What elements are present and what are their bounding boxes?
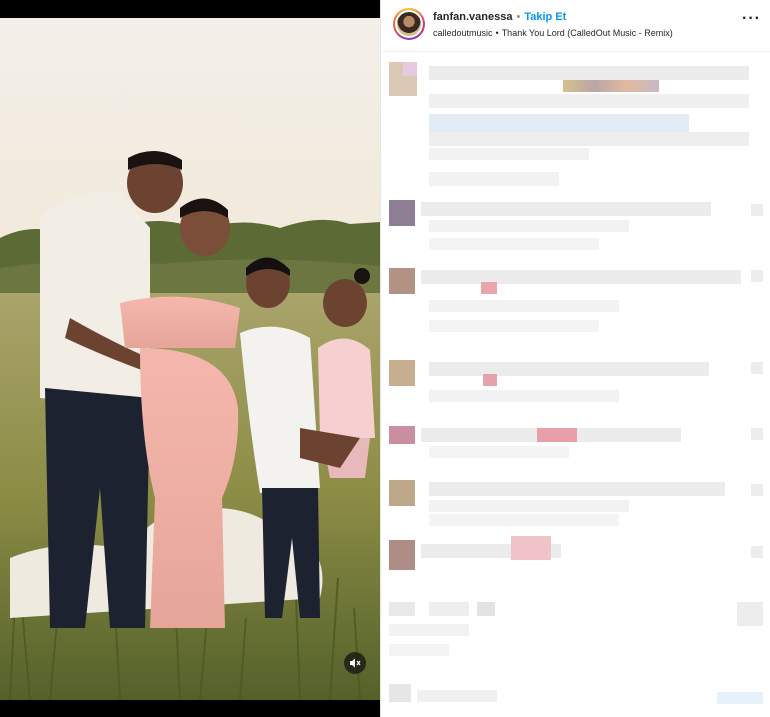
pixel-block: [429, 148, 589, 160]
like-icon-pixelated[interactable]: [751, 428, 763, 440]
pixel-block: [429, 94, 749, 108]
pixel-block: [429, 114, 689, 132]
like-icon-pixelated[interactable]: [751, 204, 763, 216]
pixel-block: [429, 320, 599, 332]
more-options-icon[interactable]: ···: [742, 11, 761, 27]
pixel-block: [389, 624, 469, 636]
username-separator: •: [516, 11, 521, 23]
mute-button[interactable]: [344, 652, 366, 674]
pixel-block: [389, 684, 411, 702]
comment-avatar-pixelated: [389, 540, 415, 570]
pixel-block: [429, 132, 749, 146]
like-icon-pixelated[interactable]: [751, 546, 763, 558]
username-row: fanfan.vanessa • Takip Et: [433, 11, 566, 23]
pixel-block: [477, 602, 495, 616]
family-photo-illustration: [0, 18, 380, 700]
pixel-block: [429, 514, 619, 526]
pixel-block: [429, 482, 725, 496]
pixel-block: [389, 602, 415, 616]
post-header: fanfan.vanessa • Takip Et calledoutmusic • T…: [381, 0, 770, 52]
pixel-block: [429, 238, 599, 250]
pixel-block: [421, 270, 741, 284]
audio-attribution: calledoutmusic • Thank You Lord (CalledOut…: [433, 28, 673, 38]
audio-artist-link[interactable]: calledoutmusic: [433, 28, 493, 38]
like-icon-pixelated[interactable]: [751, 362, 763, 374]
avatar-ring-inner: [395, 10, 423, 38]
speaker-muted-icon: [350, 658, 361, 668]
comment-avatar-pixelated: [389, 200, 415, 226]
follow-button[interactable]: Takip Et: [524, 11, 566, 23]
comment-avatar-pixelated: [389, 480, 415, 506]
avatar[interactable]: [393, 8, 425, 40]
pixel-block: [511, 536, 551, 560]
like-icon-pixelated[interactable]: [751, 270, 763, 282]
audio-track-link[interactable]: Thank You Lord (CalledOut Music - Remix): [502, 28, 673, 38]
pixel-block: [417, 690, 497, 702]
pixel-block: [429, 500, 629, 512]
pixel-block: [481, 282, 497, 294]
like-icon-pixelated[interactable]: [751, 484, 763, 496]
media-bottom-letterbox: [0, 700, 380, 717]
pixel-block: [421, 202, 711, 216]
pixel-block: [537, 428, 577, 442]
pixel-block: [429, 300, 619, 312]
post-side-panel: fanfan.vanessa • Takip Et calledoutmusic • T…: [380, 0, 770, 717]
avatar-image: [397, 12, 421, 36]
comment-avatar-pixelated: [389, 268, 415, 294]
pixel-block: [429, 362, 709, 376]
media-top-letterbox: [0, 0, 380, 18]
pixel-block: [403, 62, 417, 76]
post-photo[interactable]: [0, 18, 380, 700]
pixel-block: [429, 220, 629, 232]
comment-avatar-pixelated: [389, 360, 415, 386]
post-media[interactable]: [0, 0, 380, 717]
pixel-block: [429, 66, 749, 80]
pixel-block: [429, 390, 619, 402]
pixel-block: [389, 644, 449, 656]
pixel-block: [483, 374, 497, 386]
pixel-block: [429, 446, 569, 458]
audio-separator: •: [495, 28, 499, 38]
pixel-block: [563, 80, 659, 92]
pixel-block: [429, 172, 559, 186]
comment-avatar-pixelated: [389, 426, 415, 444]
username-link[interactable]: fanfan.vanessa: [433, 11, 512, 23]
instagram-post-screenshot: fanfan.vanessa • Takip Et calledoutmusic • T…: [0, 0, 770, 717]
pixel-block: [737, 602, 763, 626]
pixel-block: [429, 602, 469, 616]
pixel-block: [717, 692, 763, 704]
